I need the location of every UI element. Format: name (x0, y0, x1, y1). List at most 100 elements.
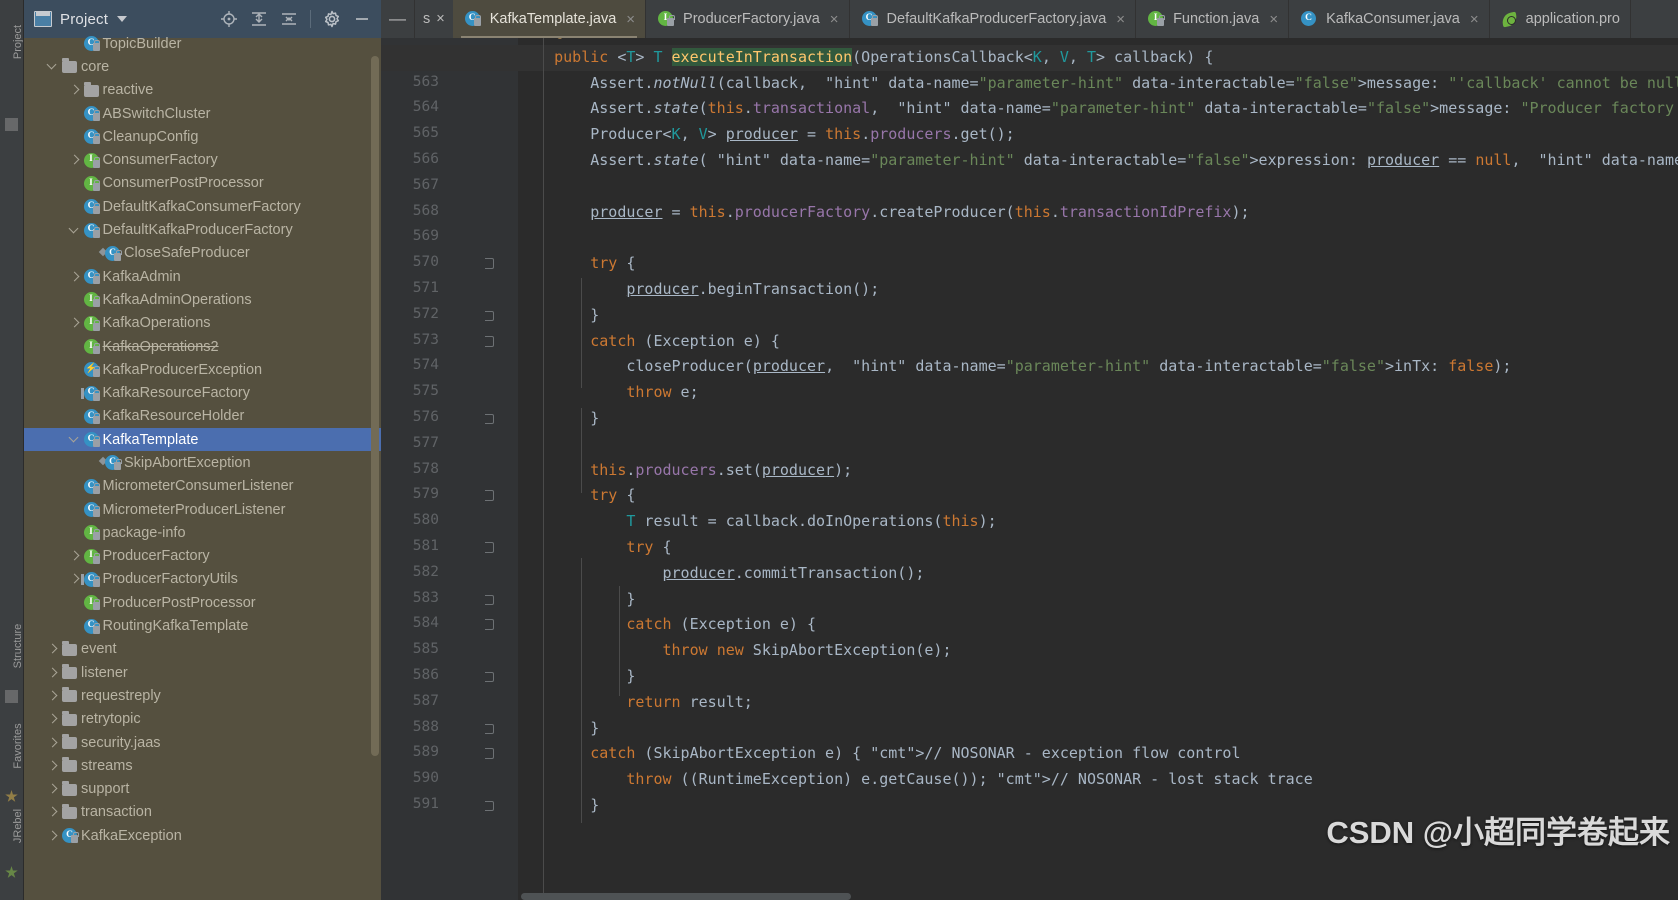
code-line-582[interactable]: producer.commitTransaction(); (518, 561, 925, 587)
fold-region-end-icon[interactable] (485, 594, 496, 605)
fold-region-end-icon[interactable] (485, 723, 496, 734)
close-icon[interactable]: × (1470, 12, 1479, 27)
tree-item-cleanupconfig[interactable]: C CleanupConfig (24, 125, 381, 148)
gutter-row[interactable]: 566 (381, 148, 518, 174)
gutter-row[interactable]: 589 (381, 741, 518, 767)
tree-item-kafkaadmin[interactable]: C KafkaAdmin (24, 265, 381, 288)
editor-tab-kafkatemplate-java[interactable]: C KafkaTemplate.java × (452, 0, 647, 38)
tree-item-kafkatemplate[interactable]: C KafkaTemplate (24, 428, 381, 452)
code-line-581[interactable]: try { (518, 535, 671, 561)
tree-item-producerfactoryutils[interactable]: C ProducerFactoryUtils (24, 568, 381, 591)
editor-tab-kafkaconsumer-java[interactable]: C KafkaConsumer.java × (1289, 0, 1490, 38)
target-icon[interactable] (220, 10, 238, 28)
gutter-row[interactable]: 579 (381, 483, 518, 509)
chevron-right-icon[interactable] (68, 79, 82, 102)
gutter-row[interactable]: 591 (381, 793, 518, 819)
chevron-right-icon[interactable] (68, 149, 82, 172)
chevron-right-icon[interactable] (68, 545, 82, 568)
gutter-row[interactable]: 561 (381, 38, 518, 45)
gutter-row[interactable]: 587 (381, 690, 518, 716)
chevron-right-icon[interactable] (46, 684, 60, 707)
gutter-row[interactable]: 576 (381, 406, 518, 432)
editor-tab-application-pro[interactable]: application.pro (1490, 0, 1631, 38)
editor-gutter[interactable]: 560561562OO56356456556656756856957057157… (381, 38, 518, 900)
gutter-row[interactable]: 577 (381, 432, 518, 458)
code-line-574[interactable]: closeProducer(producer, "hint" data-name… (518, 354, 1511, 380)
tree-item-defaultkafkaproducerfactory[interactable]: C DefaultKafkaProducerFactory (24, 218, 381, 241)
tree-item-kafkaoperations[interactable]: I KafkaOperations (24, 312, 381, 335)
project-tree-scrollbar[interactable] (371, 56, 379, 756)
code-line-570[interactable]: try { (518, 251, 635, 277)
code-line-579[interactable]: try { (518, 483, 635, 509)
chevron-down-icon[interactable] (68, 219, 82, 242)
tree-item-kafkaproducerexception[interactable]: ⚡ KafkaProducerException (24, 358, 381, 381)
tree-item-requestreply[interactable]: requestreply (24, 684, 381, 707)
vertical-tab-jrebel[interactable]: JRebel (12, 786, 23, 866)
tree-item-kafkaresourcefactory[interactable]: C KafkaResourceFactory (24, 381, 381, 404)
gutter-row[interactable]: 582 (381, 561, 518, 587)
chevron-right-icon[interactable] (46, 638, 60, 661)
close-icon[interactable]: × (1269, 12, 1278, 27)
gutter-row[interactable]: 569 (381, 225, 518, 251)
tree-item-retrytopic[interactable]: retrytopic (24, 708, 381, 731)
gutter-row[interactable]: 585 (381, 638, 518, 664)
code-line-571[interactable]: producer.beginTransaction(); (518, 277, 879, 303)
chevron-right-icon[interactable] (46, 731, 60, 754)
editor-code[interactable]: @Override public <T> T executeInTransact… (381, 38, 1678, 900)
code-line-573[interactable]: catch (Exception e) { (518, 329, 780, 355)
tree-item-kafkaresourceholder[interactable]: C KafkaResourceHolder (24, 405, 381, 428)
tree-item-listener[interactable]: listener (24, 661, 381, 684)
tree-item-producerfactory[interactable]: I ProducerFactory (24, 545, 381, 568)
fold-region-start-icon[interactable] (485, 542, 496, 553)
gutter-row[interactable]: 564 (381, 96, 518, 122)
gutter-row[interactable]: 590 (381, 767, 518, 793)
code-line-589[interactable]: catch (SkipAbortException e) { "cmt">// … (518, 741, 1240, 767)
tree-item-producerpostprocessor[interactable]: I ProducerPostProcessor (24, 591, 381, 614)
code-line-576[interactable]: } (518, 406, 599, 432)
editor-tab-producerfactory-java[interactable]: I ProducerFactory.java × (646, 0, 850, 38)
gutter-row[interactable]: 588 (381, 716, 518, 742)
close-icon[interactable]: × (626, 12, 635, 27)
code-line-562[interactable]: public <T> T executeInTransaction(Operat… (381, 44, 1678, 71)
fold-region-start-icon[interactable] (485, 619, 496, 631)
gutter-row[interactable]: 573 (381, 329, 518, 355)
fold-region-end-icon[interactable] (485, 413, 496, 424)
tree-item-transaction[interactable]: transaction (24, 801, 381, 824)
close-icon[interactable]: × (1116, 12, 1125, 27)
vertical-tab-project[interactable]: Project (12, 2, 23, 82)
chevron-right-icon[interactable] (68, 312, 82, 335)
chevron-right-icon[interactable] (46, 801, 60, 824)
tree-item-closesafeproducer[interactable]: C CloseSafeProducer (24, 242, 381, 265)
code-line-587[interactable]: return result; (518, 690, 752, 716)
structure-strip-icon[interactable] (5, 690, 18, 703)
project-strip-icon[interactable] (5, 118, 18, 131)
chevron-right-icon[interactable] (46, 824, 60, 847)
code-line-568[interactable]: producer = this.producerFactory.createPr… (518, 200, 1249, 226)
code-line-591[interactable]: } (518, 793, 599, 819)
fold-region-end-icon[interactable] (485, 310, 496, 321)
chevron-right-icon[interactable] (46, 708, 60, 731)
code-line-590[interactable]: throw ((RuntimeException) e.getCause());… (518, 767, 1312, 793)
gutter-row[interactable]: 571 (381, 277, 518, 303)
editor-code-area[interactable]: 560561562OO56356456556656756856957057157… (381, 38, 1678, 900)
chevron-right-icon[interactable] (68, 265, 82, 288)
clipped-tab[interactable]: s × (415, 0, 453, 38)
code-line-583[interactable]: } (518, 587, 635, 613)
gutter-row[interactable]: 568 (381, 200, 518, 226)
gutter-row[interactable]: 574 (381, 354, 518, 380)
close-icon[interactable]: × (436, 11, 444, 27)
code-line-586[interactable]: } (518, 664, 635, 690)
code-line-563[interactable]: Assert.notNull(callback, "hint" data-nam… (518, 71, 1678, 97)
code-line-584[interactable]: catch (Exception e) { (518, 612, 816, 638)
tree-item-reactive[interactable]: reactive (24, 79, 381, 102)
collapse-all-icon[interactable] (280, 10, 298, 28)
gutter-row[interactable]: 578 (381, 458, 518, 484)
tree-item-package-info[interactable]: Ipackage-info (24, 521, 381, 544)
tree-item-micrometerconsumerlistener[interactable]: C MicrometerConsumerListener (24, 475, 381, 498)
chevron-right-icon[interactable] (46, 754, 60, 777)
fold-region-start-icon[interactable] (485, 490, 496, 502)
gutter-row[interactable]: 565 (381, 122, 518, 148)
horizontal-scrollbar[interactable] (521, 893, 851, 900)
tree-item-defaultkafkaconsumerfactory[interactable]: C DefaultKafkaConsumerFactory (24, 195, 381, 218)
code-line-561[interactable]: @Override (518, 38, 635, 45)
